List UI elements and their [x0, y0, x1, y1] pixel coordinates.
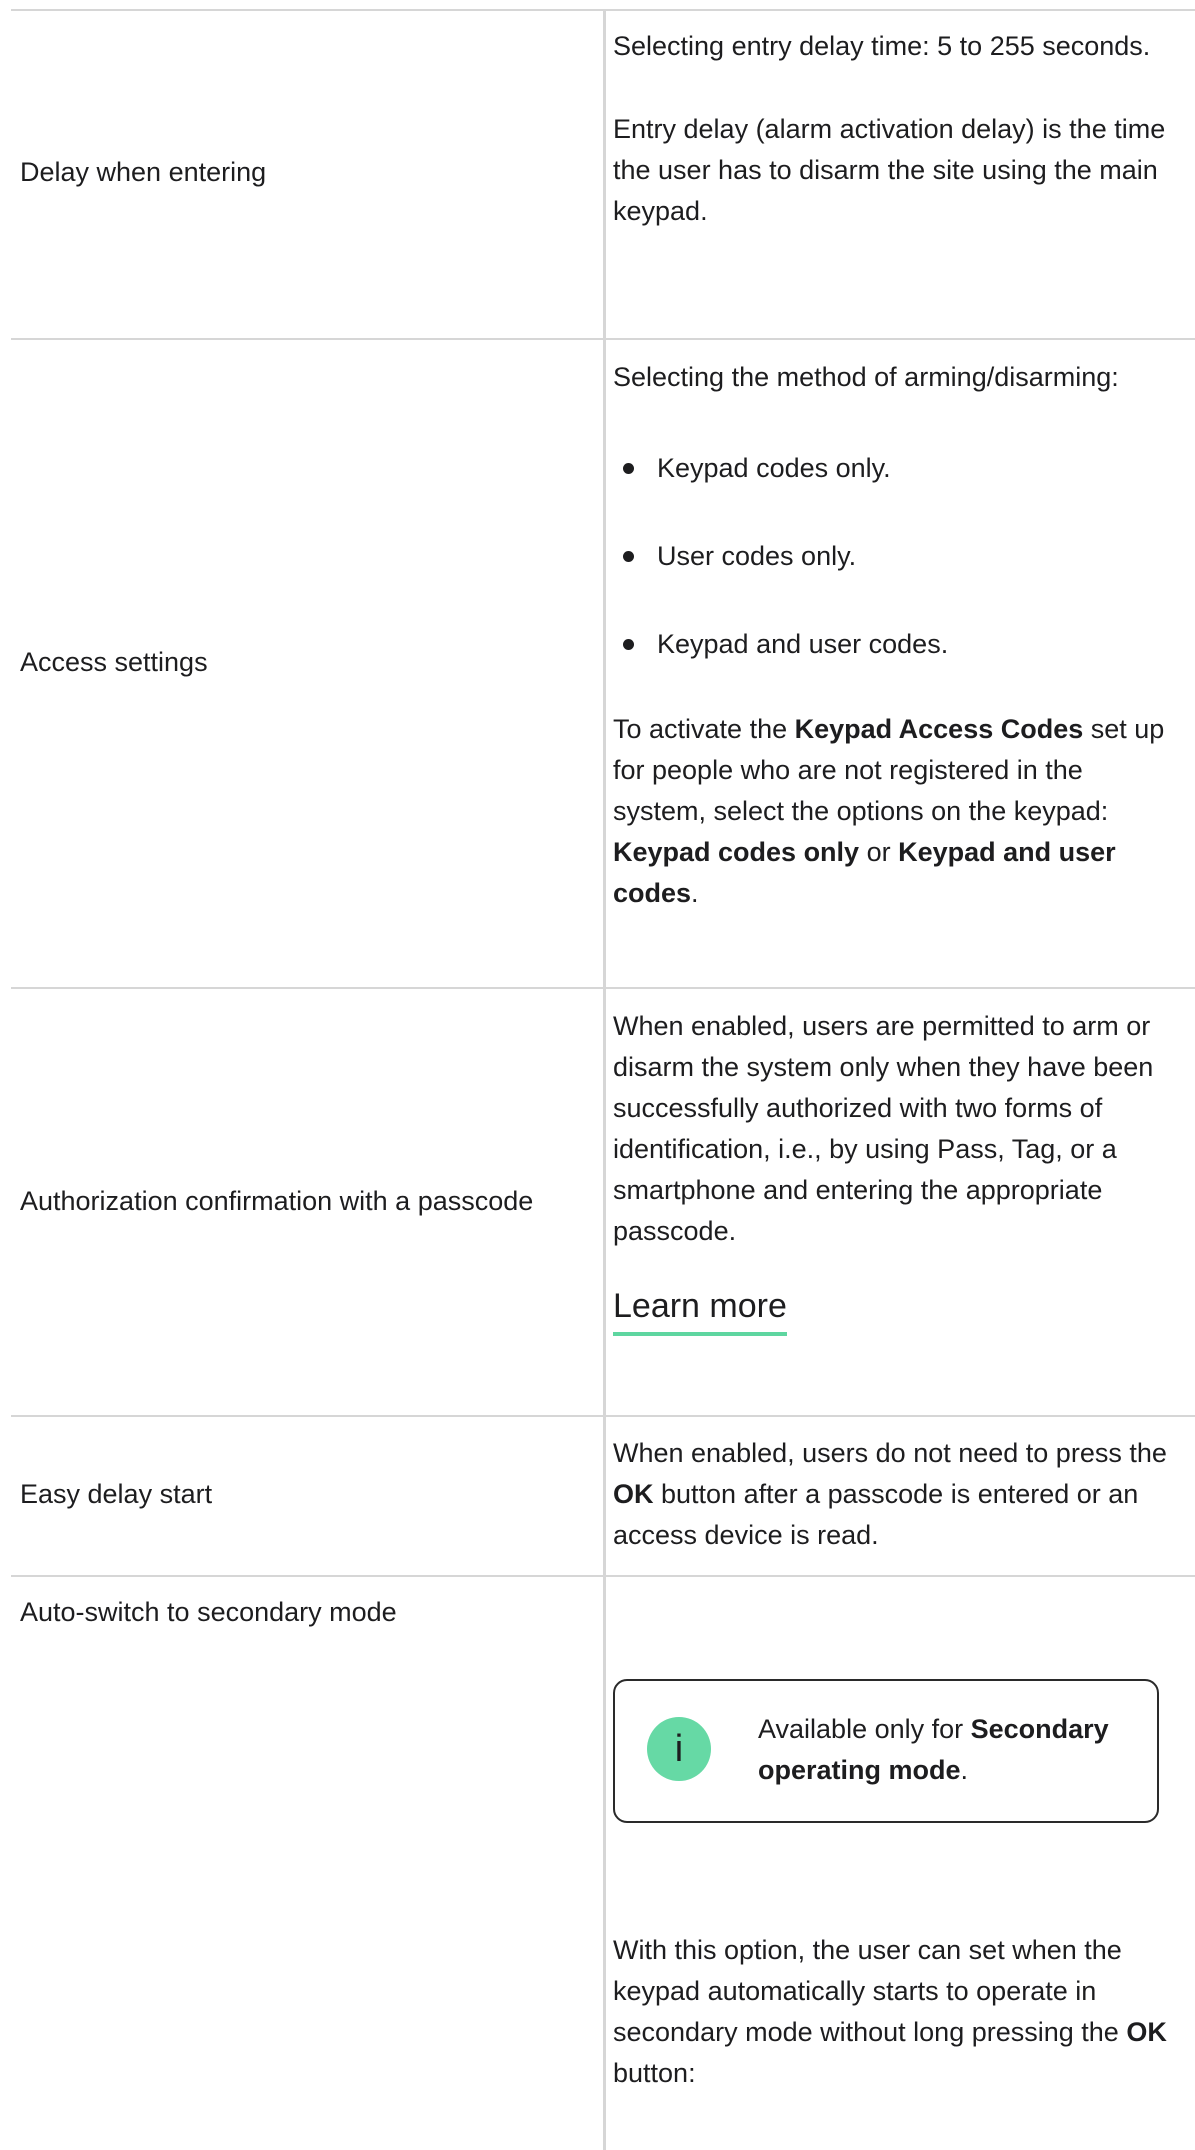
info-callout: i Available only for Secondary operating…: [613, 1679, 1159, 1823]
list-item-text: Keypad and user codes.: [657, 629, 949, 659]
row-label-access-settings: Access settings: [20, 647, 208, 677]
paragraph: With this option, the user can set when …: [613, 1935, 1167, 2088]
bullet-icon: [623, 551, 634, 562]
column-divider: [603, 9, 606, 2150]
paragraph: Selecting the method of arming/disarming…: [613, 362, 1119, 392]
bullet-icon: [623, 639, 634, 650]
learn-more-link[interactable]: Learn more: [613, 1284, 787, 1336]
paragraph: Entry delay (alarm activation delay) is …: [613, 114, 1166, 226]
row-value-delay-entering: Selecting entry delay time: 5 to 255 sec…: [613, 26, 1173, 232]
row-divider: [11, 1415, 1195, 1417]
bullet-icon: [623, 463, 634, 474]
list-item-text: User codes only.: [657, 541, 857, 571]
row-label-auto-switch: Auto-switch to secondary mode: [20, 1597, 397, 1627]
row-value-access-settings: Selecting the method of arming/disarming…: [613, 357, 1173, 914]
row-label-authorization-confirmation: Authorization confirmation with a passco…: [20, 1186, 534, 1216]
row-value-authorization-confirmation: When enabled, users are permitted to arm…: [613, 1006, 1173, 1336]
paragraph: Selecting entry delay time: 5 to 255 sec…: [613, 31, 1151, 61]
row-divider: [11, 987, 1195, 989]
paragraph: Learn more: [613, 1284, 1173, 1336]
paragraph: When enabled, users do not need to press…: [613, 1438, 1167, 1550]
row-label-easy-delay-start: Easy delay start: [20, 1479, 213, 1509]
row-label-delay-entering: Delay when entering: [20, 157, 267, 187]
paragraph: To activate the Keypad Access Codes set …: [613, 714, 1165, 908]
list-item: User codes only.: [613, 536, 1173, 577]
row-value-easy-delay-start: When enabled, users do not need to press…: [613, 1433, 1173, 1556]
paragraph: When enabled, users are permitted to arm…: [613, 1011, 1154, 1246]
list-item: Keypad codes only.: [613, 448, 1173, 489]
list-item-text: Keypad codes only.: [657, 453, 891, 483]
row-divider: [11, 9, 1195, 11]
info-icon: i: [647, 1717, 711, 1781]
list-item: Keypad and user codes.: [613, 624, 1173, 665]
row-divider: [11, 1575, 1195, 1577]
row-value-auto-switch: With this option, the user can set when …: [613, 1930, 1173, 2094]
info-text: Available only for Secondary operating m…: [758, 1714, 1109, 1785]
row-divider: [11, 338, 1195, 340]
